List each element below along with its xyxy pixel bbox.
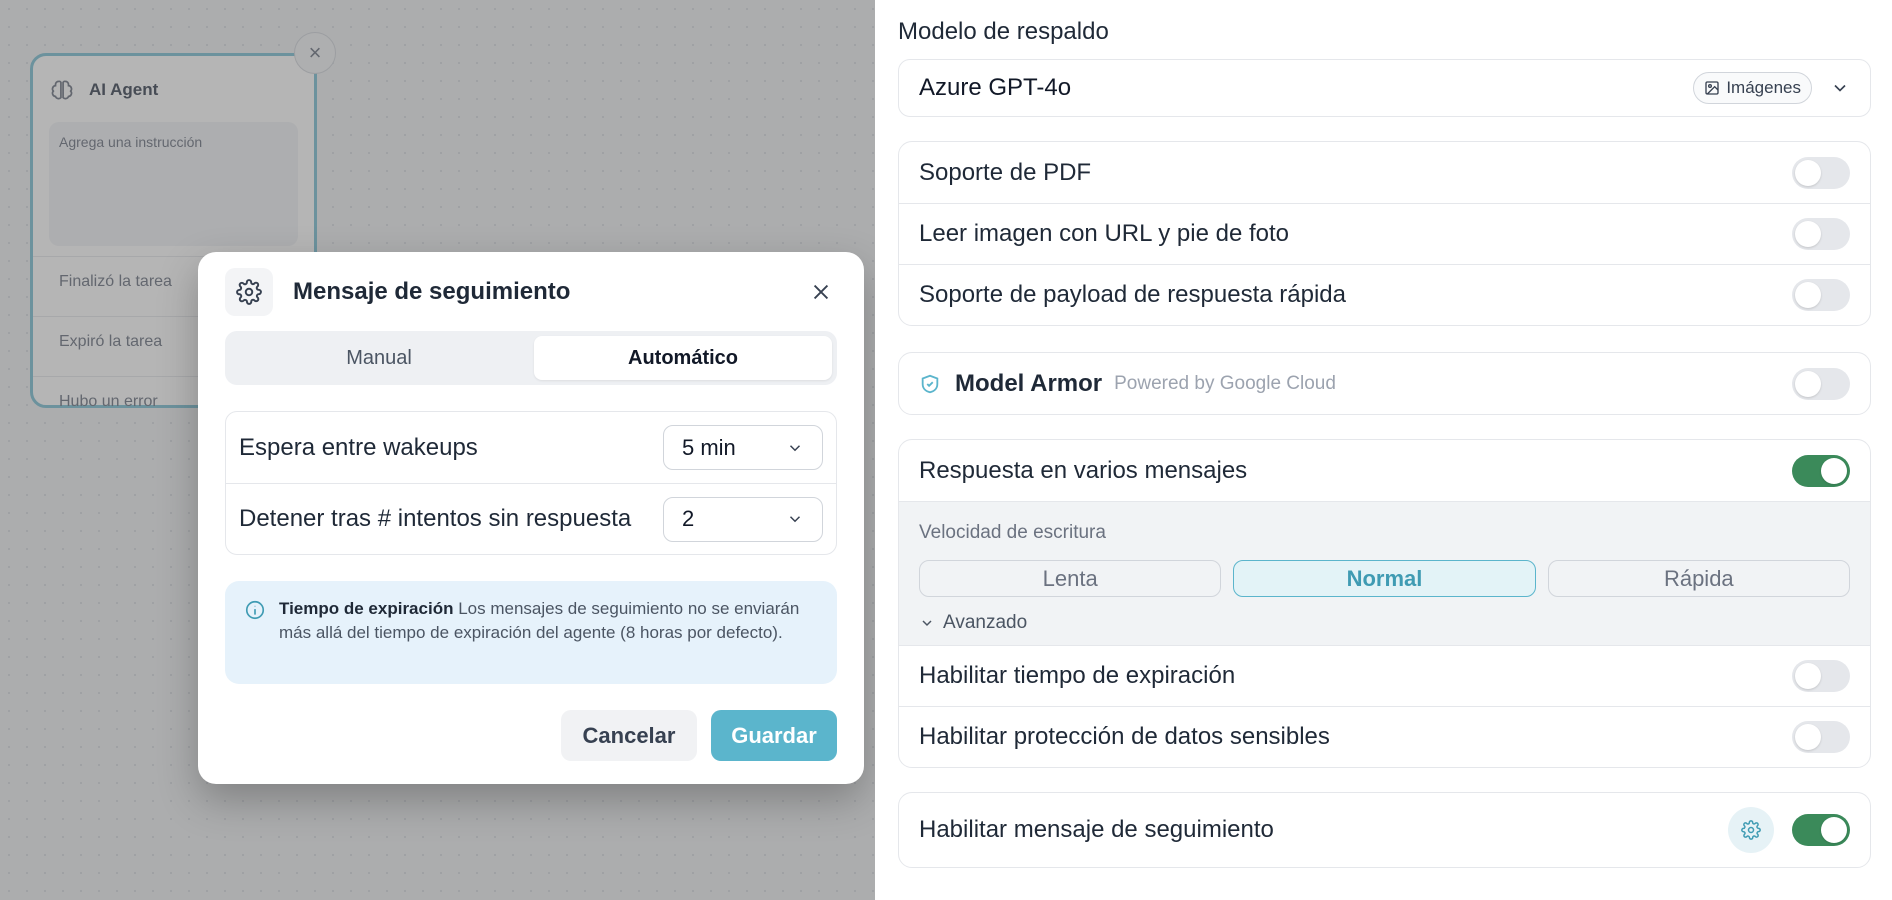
fallback-model-value: Azure GPT-4o xyxy=(919,74,1072,101)
row-label: Habilitar protección de datos sensibles xyxy=(919,723,1330,750)
expiration-info: Tiempo de expiración Los mensajes de seg… xyxy=(225,581,837,684)
wait-select[interactable]: 5 min xyxy=(663,425,823,470)
multi-message-card: Respuesta en varios mensajes Velocidad d… xyxy=(898,439,1871,768)
row-label: Habilitar mensaje de seguimiento xyxy=(919,816,1274,843)
agent-settings-panel: Modelo de respaldo Azure GPT-4o Imágenes… xyxy=(875,0,1892,900)
setting-label: Espera entre wakeups xyxy=(239,433,478,461)
expiration-row: Habilitar tiempo de expiración xyxy=(899,645,1870,706)
quick-reply-toggle[interactable] xyxy=(1792,279,1850,311)
mode-tabs: Manual Automático xyxy=(225,331,837,385)
setting-stop-after-attempts: Detener tras # intentos sin respuesta 2 xyxy=(226,483,836,554)
row-label: Habilitar tiempo de expiración xyxy=(919,662,1236,689)
gear-icon xyxy=(225,268,273,316)
follow-up-row: Habilitar mensaje de seguimiento xyxy=(899,793,1870,867)
chevron-down-icon xyxy=(789,444,801,451)
gear-icon xyxy=(1741,820,1761,840)
model-armor-title: Model Armor xyxy=(955,369,1103,397)
fallback-model-select[interactable]: Azure GPT-4o Imágenes xyxy=(898,59,1871,117)
typing-speed-section: Velocidad de escritura Lenta Normal Rápi… xyxy=(899,501,1870,645)
chevron-down-icon xyxy=(789,516,801,523)
quick-reply-row: Soporte de payload de respuesta rápida xyxy=(899,264,1870,325)
typing-speed-options: Lenta Normal Rápida xyxy=(919,560,1850,597)
row-label: Soporte de payload de respuesta rápida xyxy=(919,281,1346,308)
close-icon[interactable] xyxy=(805,276,837,308)
tab-automatic[interactable]: Automático xyxy=(534,336,832,380)
image-url-toggle[interactable] xyxy=(1792,218,1850,250)
multi-message-row: Respuesta en varios mensajes xyxy=(899,440,1870,501)
select-value: 5 min xyxy=(682,434,736,460)
advanced-toggle[interactable]: Avanzado xyxy=(919,611,1850,635)
modal-actions: Cancelar Guardar xyxy=(225,710,837,761)
model-armor-card: Model Armor Powered by Google Cloud xyxy=(898,352,1871,415)
sensitive-data-row: Habilitar protección de datos sensibles xyxy=(899,706,1870,767)
follow-up-modal: Mensaje de seguimiento Manual Automático… xyxy=(198,252,864,784)
follow-up-settings-button[interactable] xyxy=(1728,807,1774,853)
chip-label: Imágenes xyxy=(1726,78,1801,97)
typing-speed-label: Velocidad de escritura xyxy=(919,522,1106,543)
multi-message-toggle[interactable] xyxy=(1792,454,1850,487)
info-icon xyxy=(245,600,265,620)
chevron-down-icon xyxy=(922,620,932,627)
settings-box: Espera entre wakeups 5 min Detener tras … xyxy=(225,411,837,555)
image-url-row: Leer imagen con URL y pie de foto xyxy=(899,203,1870,264)
model-armor-toggle[interactable] xyxy=(1792,367,1850,400)
speed-fast-button[interactable]: Rápida xyxy=(1547,560,1850,597)
row-label: Respuesta en varios mensajes xyxy=(919,456,1248,484)
follow-up-toggle[interactable] xyxy=(1792,814,1850,846)
pdf-support-row: Soporte de PDF xyxy=(899,142,1870,203)
select-value: 2 xyxy=(682,506,695,531)
speed-normal-button[interactable]: Normal xyxy=(1233,560,1536,597)
capabilities-card: Soporte de PDF Leer imagen con URL y pie… xyxy=(898,141,1871,326)
save-button[interactable]: Guardar xyxy=(711,710,837,761)
setting-wait-between-wakeups: Espera entre wakeups 5 min xyxy=(226,412,836,483)
attempts-select[interactable]: 2 xyxy=(663,496,823,542)
expiration-toggle[interactable] xyxy=(1792,660,1850,692)
advanced-label: Avanzado xyxy=(943,612,1028,633)
model-armor-row: Model Armor Powered by Google Cloud xyxy=(899,353,1870,414)
setting-label: Detener tras # intentos sin respuesta xyxy=(239,505,632,532)
cancel-button[interactable]: Cancelar xyxy=(561,710,697,761)
info-title: Tiempo de expiración xyxy=(279,599,454,618)
image-icon xyxy=(1705,81,1719,95)
images-chip: Imágenes xyxy=(1693,72,1812,104)
modal-header: Mensaje de seguimiento xyxy=(225,266,837,318)
fallback-model-label: Modelo de respaldo xyxy=(898,18,1109,45)
chevron-down-icon xyxy=(1834,84,1846,92)
model-armor-subtitle: Powered by Google Cloud xyxy=(1114,372,1336,394)
row-label: Soporte de PDF xyxy=(919,158,1092,186)
pdf-support-toggle[interactable] xyxy=(1792,156,1850,189)
speed-slow-button[interactable]: Lenta xyxy=(919,560,1222,597)
sensitive-data-toggle[interactable] xyxy=(1792,721,1850,753)
row-label: Leer imagen con URL y pie de foto xyxy=(919,220,1289,247)
shield-icon xyxy=(921,374,939,393)
follow-up-card: Habilitar mensaje de seguimiento xyxy=(898,792,1871,868)
tab-manual[interactable]: Manual xyxy=(230,336,528,380)
modal-title: Mensaje de seguimiento xyxy=(293,278,571,305)
